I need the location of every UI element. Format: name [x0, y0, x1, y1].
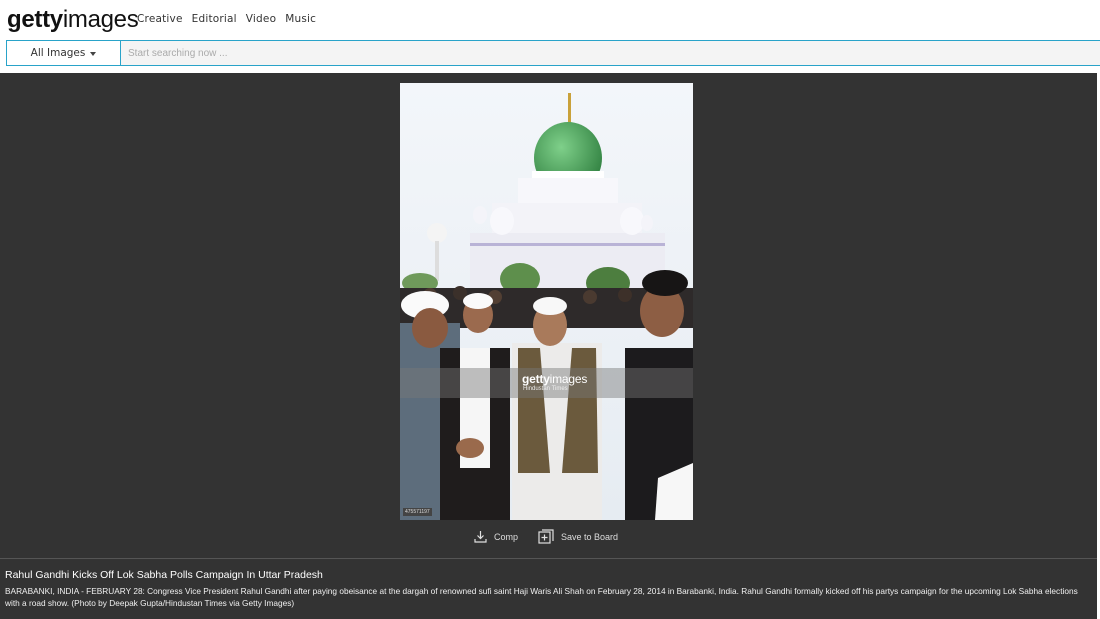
nav-music[interactable]: Music	[285, 13, 316, 25]
watermark-credit: Hindustan Times	[523, 386, 568, 392]
comp-label: Comp	[494, 531, 519, 542]
getty-images-logo[interactable]: gettyimages	[7, 6, 139, 34]
image-caption: Rahul Gandhi Kicks Off Lok Sabha Polls C…	[5, 569, 1093, 609]
nav-video[interactable]: Video	[246, 13, 276, 25]
main-nav: Creative Editorial Video Music	[137, 13, 325, 25]
image-title: Rahul Gandhi Kicks Off Lok Sabha Polls C…	[5, 569, 323, 581]
top-bar: gettyimages Creative Editorial Video Mus…	[0, 0, 1100, 40]
watermark-band: gettyimages Hindustan Times	[400, 368, 693, 398]
nav-editorial[interactable]: Editorial	[192, 13, 237, 25]
save-to-board-button[interactable]: Save to Board	[538, 529, 618, 544]
caret-down-icon	[90, 52, 97, 56]
add-to-board-icon	[538, 529, 554, 544]
image-viewer: gettyimages Hindustan Times 475571197 Co…	[0, 73, 1097, 619]
image-actions: Comp Save to Board	[474, 529, 618, 544]
search-scope-label: All Images	[30, 47, 86, 59]
image-description: BARABANKI, INDIA - FEBRUARY 28: Congress…	[5, 586, 1078, 608]
search-bar: All Images	[6, 40, 1100, 66]
download-icon	[474, 531, 487, 543]
save-to-board-label: Save to Board	[561, 531, 619, 542]
editorial-photo[interactable]: gettyimages Hindustan Times 475571197	[400, 83, 693, 520]
search-scope-dropdown[interactable]: All Images	[7, 41, 121, 65]
caption-divider	[0, 558, 1097, 559]
watermark-logo: gettyimages	[522, 372, 588, 386]
search-input[interactable]	[121, 41, 1100, 65]
nav-creative[interactable]: Creative	[137, 13, 183, 25]
comp-button[interactable]: Comp	[474, 530, 518, 543]
image-id: 475571197	[403, 508, 432, 516]
photo-illustration	[400, 83, 693, 520]
